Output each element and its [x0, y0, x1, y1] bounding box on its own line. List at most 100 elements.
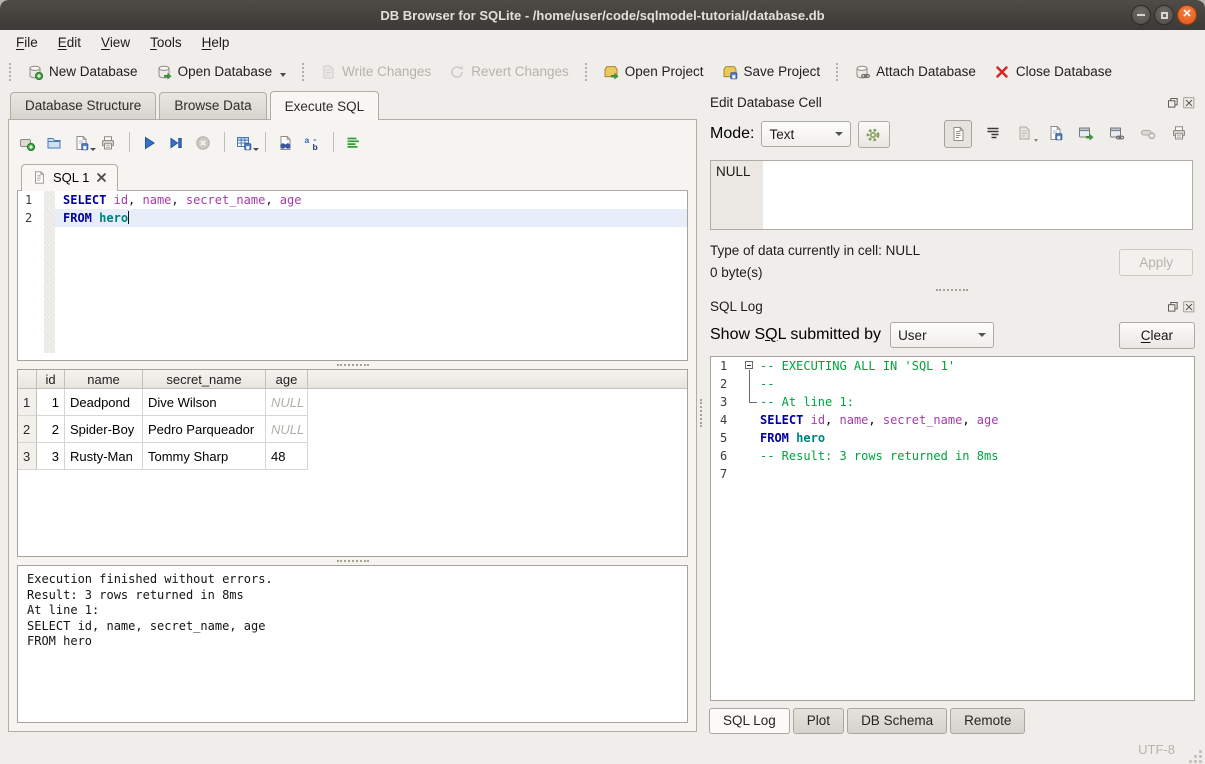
resize-grip-icon[interactable]	[1199, 750, 1202, 753]
menu-tools[interactable]: Tools	[140, 32, 192, 53]
minimize-button[interactable]	[1131, 5, 1151, 25]
new-database-button[interactable]: New Database	[18, 60, 147, 84]
menu-view[interactable]: View	[91, 32, 140, 53]
table-cell[interactable]: Spider-Boy	[65, 416, 143, 443]
table-cell[interactable]: Deadpond	[65, 389, 143, 416]
splitter-handle[interactable]	[17, 361, 688, 369]
close-panel-icon[interactable]	[1182, 96, 1195, 109]
table-cell[interactable]: 2	[37, 416, 65, 443]
table-cell[interactable]: 48	[266, 443, 308, 470]
table-cell[interactable]: Rusty-Man	[65, 443, 143, 470]
table-cell[interactable]: 3	[37, 443, 65, 470]
column-header-id[interactable]: id	[37, 370, 65, 388]
open-project-button[interactable]: Open Project	[594, 60, 713, 84]
close-panel-icon[interactable]	[1182, 300, 1195, 313]
open-sql-file-icon[interactable]	[46, 133, 64, 151]
cell-info-row: Type of data currently in cell: NULL 0 b…	[706, 232, 1197, 284]
text-document-icon[interactable]	[944, 120, 972, 148]
float-panel-icon[interactable]	[1166, 96, 1179, 109]
word-wrap-icon[interactable]	[985, 125, 1003, 143]
submitted-by-value: User	[898, 328, 927, 343]
sql-tab[interactable]: SQL 1	[21, 164, 118, 191]
import-file-icon[interactable]	[1016, 125, 1034, 143]
execute-current-line-icon[interactable]	[168, 133, 186, 151]
row-number[interactable]: 1	[18, 389, 37, 416]
fold-marker[interactable]	[743, 357, 758, 375]
tab-execute-sql[interactable]: Execute SQL	[270, 91, 380, 120]
editor-line[interactable]: 1SELECT id, name, secret_name, age	[18, 191, 687, 209]
cell-editor-toolbar	[944, 120, 1195, 148]
edit-cell-title: Edit Database Cell	[710, 95, 822, 110]
apply-button[interactable]: Apply	[1119, 249, 1193, 276]
mode-select[interactable]: Text	[761, 121, 851, 147]
cell-editor[interactable]: NULL	[710, 160, 1193, 230]
close-database-button[interactable]: Close Database	[985, 60, 1121, 84]
row-number[interactable]: 3	[18, 443, 37, 470]
column-header-name[interactable]: name	[65, 370, 143, 388]
menu-help[interactable]: Help	[192, 32, 240, 53]
save-project-button[interactable]: Save Project	[713, 60, 830, 84]
menu-edit[interactable]: Edit	[48, 32, 91, 53]
row-number[interactable]: 2	[18, 416, 37, 443]
tab-database-structure[interactable]: Database Structure	[10, 92, 156, 119]
table-cell[interactable]: Dive Wilson	[143, 389, 266, 416]
edit-cell-dock-title: Edit Database Cell	[706, 92, 1197, 113]
open-project-label: Open Project	[625, 64, 704, 79]
sql-editor[interactable]: 1SELECT id, name, secret_name, age2FROM …	[17, 191, 688, 361]
main-toolbar: New DatabaseOpen Database Write ChangesRe…	[0, 55, 1205, 88]
submitted-by-select[interactable]: User	[890, 322, 994, 348]
bottom-tab-remote[interactable]: Remote	[950, 708, 1025, 734]
splitter-handle[interactable]	[706, 284, 1197, 296]
log-line: 6-- Result: 3 rows returned in 8ms	[711, 447, 1194, 465]
attach-database-button[interactable]: Attach Database	[845, 60, 985, 84]
column-header-secret-name[interactable]: secret_name	[143, 370, 266, 388]
set-null-icon[interactable]	[1140, 125, 1158, 143]
clear-button[interactable]: Clear	[1119, 322, 1195, 349]
editor-line[interactable]: 2FROM hero	[18, 209, 687, 227]
splitter-handle[interactable]	[17, 557, 688, 565]
save-sql-file-icon[interactable]	[73, 133, 91, 151]
column-header-age[interactable]: age	[266, 370, 308, 388]
svg-text:b: b	[313, 142, 318, 151]
sql-log-area[interactable]: 1-- EXECUTING ALL IN 'SQL 1'2--3-- At li…	[710, 356, 1195, 701]
maximize-button[interactable]	[1154, 5, 1174, 25]
export-data-icon[interactable]	[1078, 125, 1096, 143]
revert-changes-button[interactable]: Revert Changes	[440, 60, 578, 84]
format-sql-icon[interactable]	[345, 133, 363, 151]
table-cell[interactable]: Tommy Sharp	[143, 443, 266, 470]
panel-splitter[interactable]	[697, 90, 706, 735]
mode-row: Mode: Text	[706, 116, 1197, 152]
bottom-tab-plot[interactable]: Plot	[793, 708, 844, 734]
bottom-tab-db-schema[interactable]: DB Schema	[847, 708, 947, 734]
table-cell[interactable]: NULL	[266, 416, 308, 443]
bottom-tab-sql-log[interactable]: SQL Log	[709, 708, 790, 734]
line-number: 4	[711, 411, 743, 429]
table-cell[interactable]: Pedro Parqueador	[143, 416, 266, 443]
auto-switch-mode-button[interactable]	[858, 121, 890, 148]
table-cell[interactable]: NULL	[266, 389, 308, 416]
close-tab-icon[interactable]	[96, 172, 107, 183]
print-cell-icon[interactable]	[1171, 125, 1189, 143]
float-panel-icon[interactable]	[1166, 300, 1179, 313]
open-link-icon[interactable]	[1109, 125, 1127, 143]
menu-file[interactable]: File	[6, 32, 48, 53]
new-sql-tab-icon[interactable]	[19, 133, 37, 151]
write-changes-button[interactable]: Write Changes	[311, 60, 440, 84]
find-icon[interactable]	[277, 133, 295, 151]
write-icon	[320, 64, 336, 80]
toolbar-separator	[129, 132, 130, 152]
close-button[interactable]: ✕	[1177, 5, 1197, 25]
find-replace-icon[interactable]: ab	[304, 133, 322, 151]
cell-size-info: 0 byte(s)	[710, 262, 920, 284]
execute-all-icon[interactable]	[141, 133, 159, 151]
dropdown-arrow-icon[interactable]	[280, 73, 286, 77]
tab-browse-data[interactable]: Browse Data	[159, 92, 266, 119]
save-as-icon[interactable]	[1047, 125, 1065, 143]
cell-editor-content[interactable]	[763, 161, 1192, 229]
stop-execution-icon[interactable]	[195, 133, 213, 151]
save-results-icon[interactable]	[236, 133, 254, 151]
line-number: 1	[711, 357, 743, 375]
print-sql-icon[interactable]	[100, 133, 118, 151]
open-database-button[interactable]: Open Database	[147, 60, 296, 84]
table-cell[interactable]: 1	[37, 389, 65, 416]
